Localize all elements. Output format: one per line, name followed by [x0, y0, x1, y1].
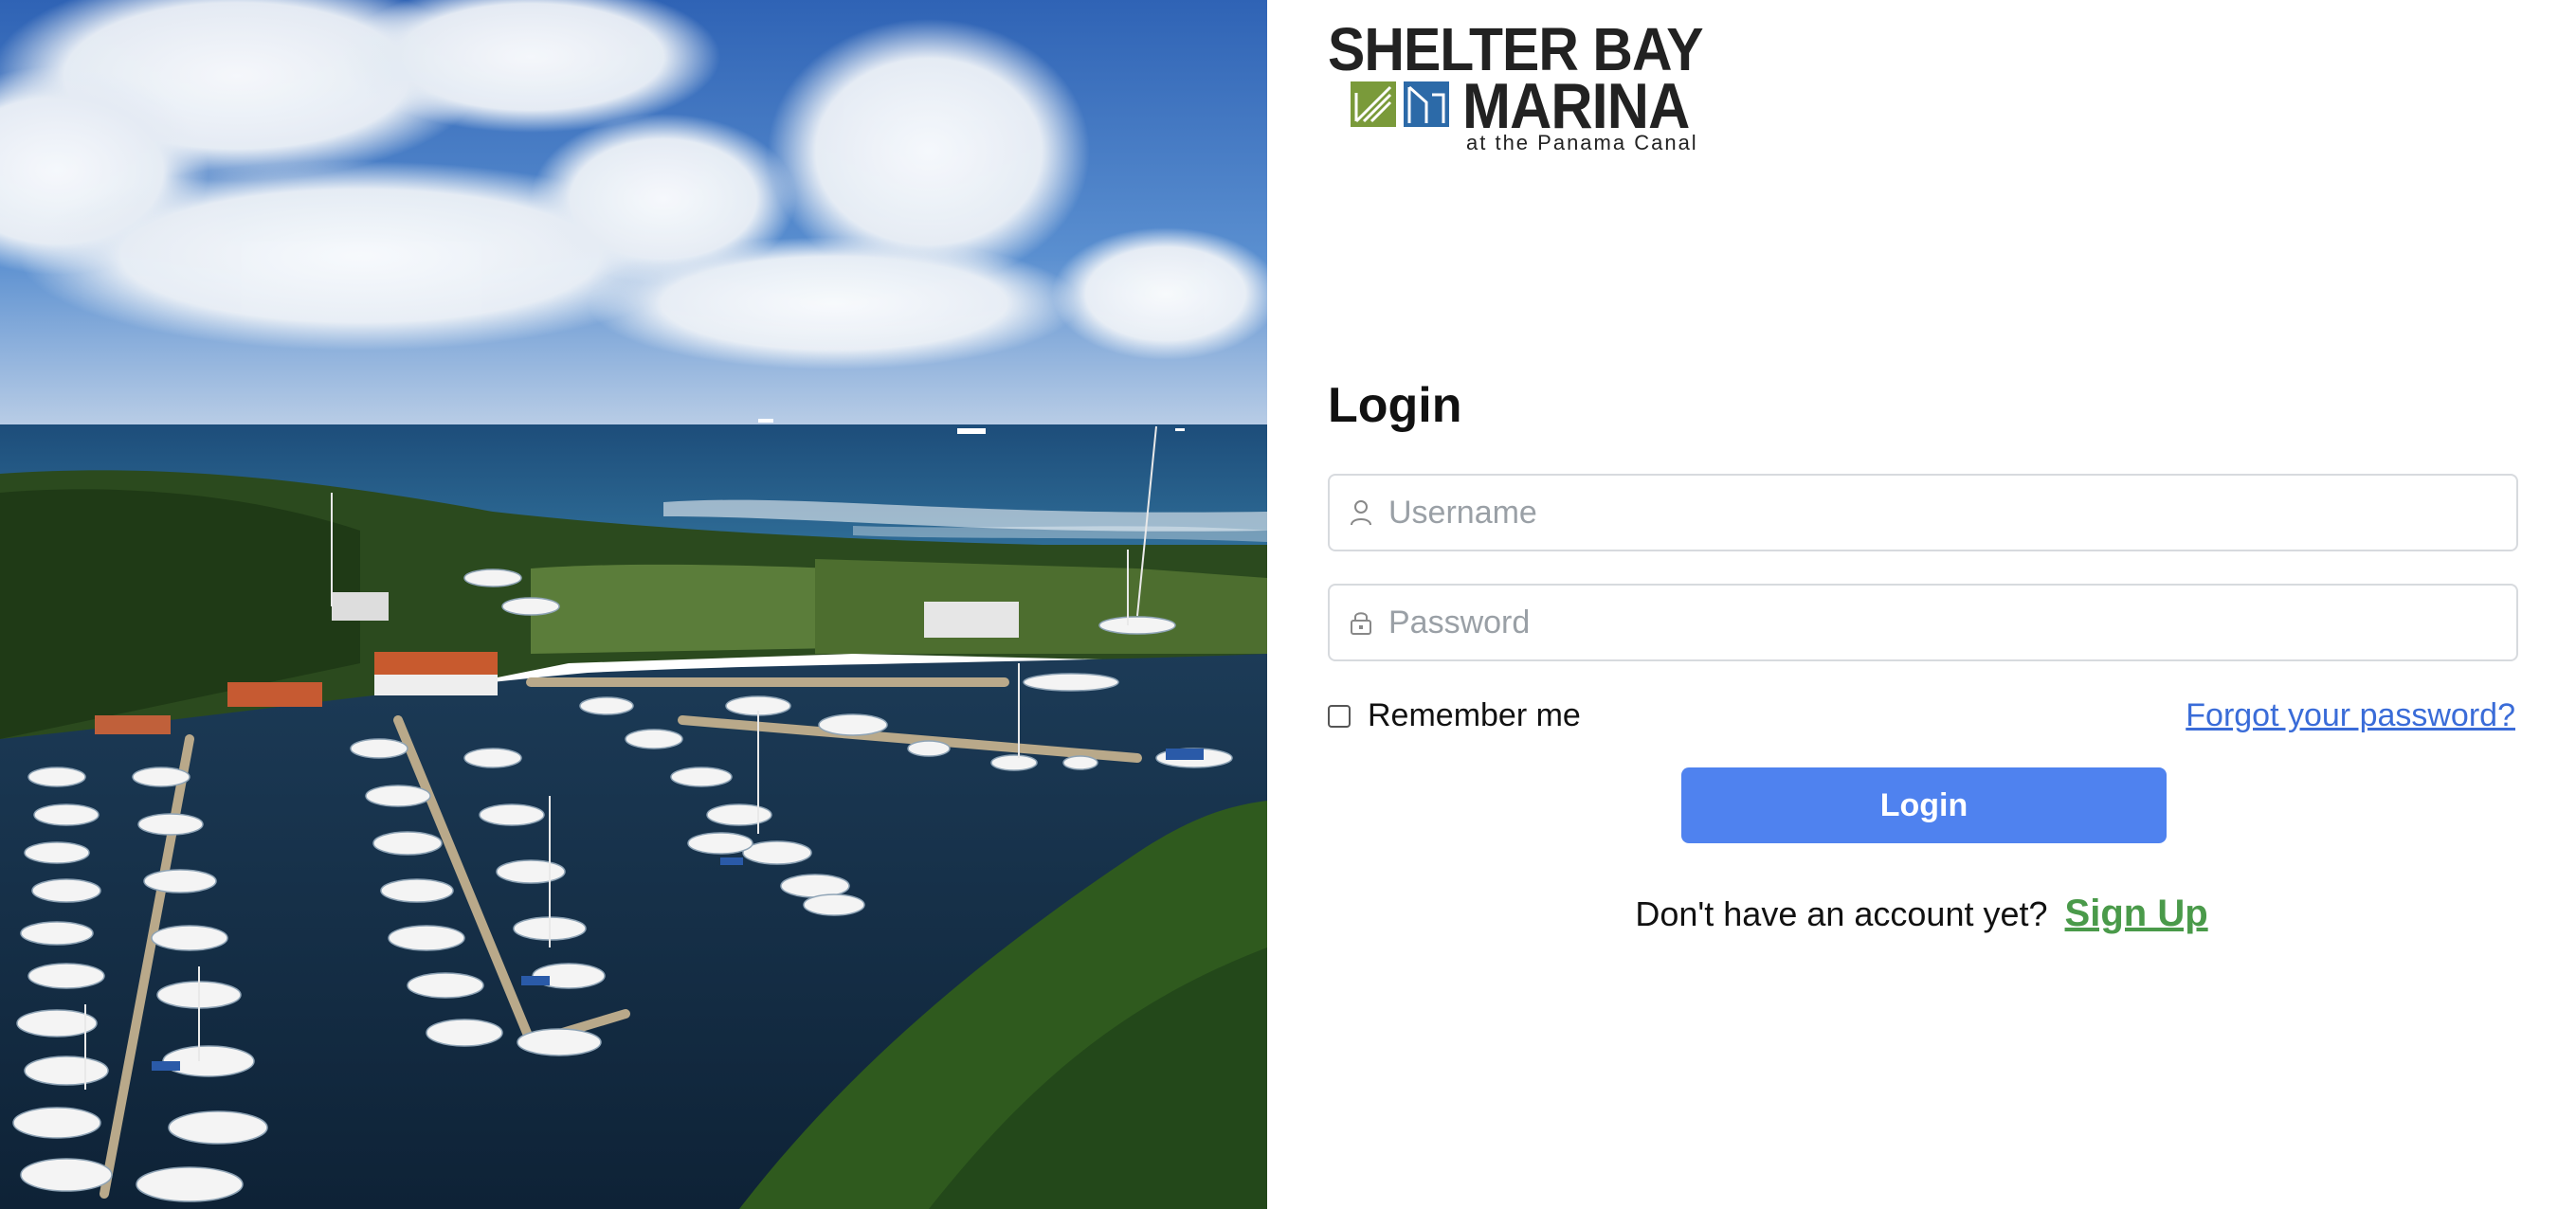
password-field[interactable] [1328, 584, 2518, 661]
logo-tagline: at the Panama Canal [1466, 131, 1698, 154]
signup-link[interactable]: Sign Up [2065, 893, 2208, 934]
signup-prompt-text: Don't have an account yet? [1635, 894, 2048, 933]
login-page: SHELTER BAY MARINA at the Panama Canal L… [0, 0, 2576, 1209]
user-icon [1349, 498, 1373, 527]
lock-icon [1349, 608, 1373, 637]
logo-title-line2: MARINA [1462, 70, 1690, 142]
shelter-bay-marina-logo: SHELTER BAY MARINA at the Panama Canal [1328, 19, 1707, 154]
forgot-password-link[interactable]: Forgot your password? [2186, 697, 2515, 734]
marina-aerial-photo [0, 0, 1267, 1209]
signup-prompt-row: Don't have an account yet? Sign Up [1267, 893, 2576, 935]
username-field[interactable] [1328, 474, 2518, 551]
login-title: Login [1328, 378, 1462, 433]
remember-me[interactable]: Remember me [1328, 697, 1581, 734]
logo-sail-icon [1351, 81, 1449, 127]
remember-me-checkbox[interactable] [1328, 704, 1351, 728]
login-panel: SHELTER BAY MARINA at the Panama Canal L… [1267, 0, 2576, 1209]
username-input[interactable] [1388, 494, 2478, 532]
remember-me-label[interactable]: Remember me [1368, 697, 1581, 734]
password-input[interactable] [1388, 604, 2478, 641]
login-button[interactable]: Login [1681, 767, 2167, 843]
